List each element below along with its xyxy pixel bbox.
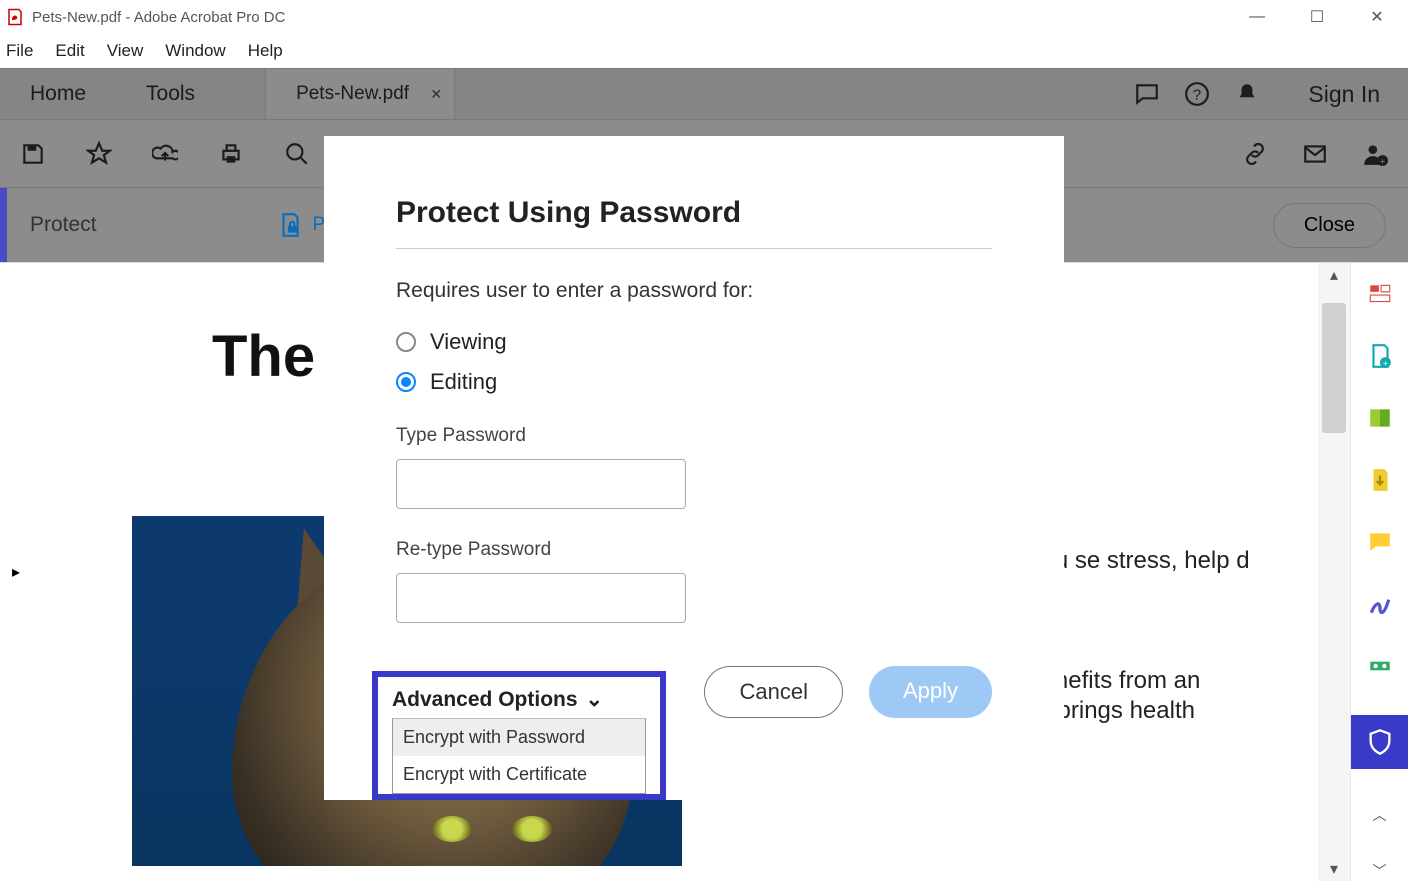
rail-down-icon[interactable]: ﹀	[1373, 861, 1387, 881]
menu-edit[interactable]: Edit	[55, 41, 84, 61]
menu-encrypt-certificate[interactable]: Encrypt with Certificate	[393, 756, 645, 793]
advanced-options-label: Advanced Options	[392, 688, 578, 712]
window-minimize-button[interactable]: —	[1242, 2, 1272, 32]
comment-tool-icon[interactable]	[1367, 529, 1393, 555]
svg-text:+: +	[1382, 358, 1387, 368]
window-close-button[interactable]: ✕	[1362, 2, 1392, 32]
radio-viewing-row[interactable]: Viewing	[396, 329, 992, 355]
redact-tool-icon[interactable]	[1367, 653, 1393, 679]
advanced-options-highlight: Advanced Options ⌄ Encrypt with Password…	[372, 671, 666, 800]
panel-layout-icon[interactable]	[1367, 281, 1393, 307]
export-pdf-icon[interactable]	[1367, 467, 1393, 493]
lock-document-icon	[277, 212, 303, 238]
type-password-label: Type Password	[396, 425, 992, 447]
dialog-title: Protect Using Password	[396, 196, 992, 249]
sign-tool-icon[interactable]	[1367, 591, 1393, 617]
apply-button[interactable]: Apply	[869, 666, 992, 718]
menu-file[interactable]: File	[6, 41, 33, 61]
radio-viewing-label: Viewing	[430, 329, 507, 355]
window-maximize-button[interactable]: ☐	[1302, 2, 1332, 32]
cancel-button[interactable]: Cancel	[704, 666, 842, 718]
protect-tool-icon[interactable]	[1351, 715, 1408, 769]
window-titlebar: Pets-New.pdf - Adobe Acrobat Pro DC — ☐ …	[0, 0, 1408, 34]
chevron-down-icon: ⌄	[586, 687, 604, 712]
scroll-up-icon[interactable]: ▴	[1318, 265, 1350, 285]
menu-bar: File Edit View Window Help	[0, 34, 1408, 68]
menu-view[interactable]: View	[107, 41, 144, 61]
window-title: Pets-New.pdf - Adobe Acrobat Pro DC	[32, 9, 285, 26]
protect-close-button[interactable]: Close	[1273, 203, 1386, 248]
menu-encrypt-password[interactable]: Encrypt with Password	[393, 719, 645, 756]
radio-editing[interactable]	[396, 372, 416, 392]
retype-password-input[interactable]	[396, 573, 686, 623]
scroll-down-icon[interactable]: ▾	[1318, 859, 1350, 879]
menu-help[interactable]: Help	[248, 41, 283, 61]
advanced-options-button[interactable]: Advanced Options ⌄	[392, 687, 646, 718]
radio-viewing[interactable]	[396, 332, 416, 352]
right-tools-rail: + ︿ ﹀	[1350, 263, 1408, 881]
type-password-input[interactable]	[396, 459, 686, 509]
retype-password-label: Re-type Password	[396, 539, 992, 561]
vertical-scrollbar[interactable]: ▴ ▾	[1318, 263, 1350, 881]
combine-files-icon[interactable]	[1367, 405, 1393, 431]
protect-password-dialog: Protect Using Password Requires user to …	[324, 136, 1064, 800]
left-panel-toggle[interactable]: ▸	[0, 263, 32, 881]
create-pdf-icon[interactable]: +	[1367, 343, 1393, 369]
rail-up-icon[interactable]: ︿	[1373, 805, 1387, 825]
protect-label: Protect	[30, 213, 97, 237]
radio-editing-label: Editing	[430, 369, 497, 395]
scroll-thumb[interactable]	[1322, 303, 1346, 433]
acrobat-app-icon	[6, 8, 24, 26]
dialog-requires-label: Requires user to enter a password for:	[396, 279, 992, 303]
menu-window[interactable]: Window	[165, 41, 225, 61]
radio-editing-row[interactable]: Editing	[396, 369, 992, 395]
advanced-options-menu: Encrypt with Password Encrypt with Certi…	[392, 718, 646, 794]
